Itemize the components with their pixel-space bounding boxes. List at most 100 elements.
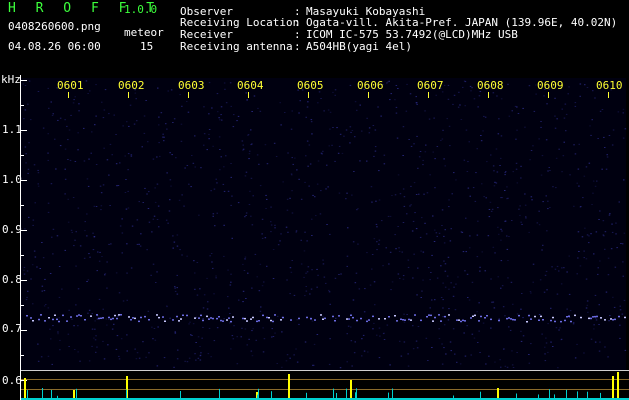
- noise-speck: [518, 208, 520, 210]
- echo-speck: [444, 315, 446, 318]
- meteor-bar: [288, 374, 290, 399]
- noise-speck: [227, 190, 230, 192]
- noise-speck: [59, 349, 61, 351]
- noise-speck: [93, 205, 96, 207]
- noise-speck: [498, 118, 500, 120]
- noise-speck: [554, 127, 557, 129]
- noise-speck: [500, 366, 502, 368]
- noise-speck: [183, 205, 185, 207]
- noise-speck: [346, 192, 348, 194]
- noise-speck: [515, 162, 518, 164]
- noise-speck: [413, 253, 415, 255]
- noise-speck: [257, 107, 259, 109]
- noise-speck: [389, 251, 392, 253]
- noise-speck: [262, 327, 264, 329]
- noise-speck: [613, 306, 616, 308]
- echo-speck: [186, 314, 188, 317]
- noise-speck: [587, 311, 589, 313]
- noise-speck: [569, 174, 571, 176]
- noise-speck: [442, 282, 444, 284]
- baseline-spike: [271, 391, 272, 398]
- noise-speck: [451, 193, 453, 195]
- noise-speck: [300, 198, 303, 200]
- noise-speck: [127, 169, 129, 171]
- noise-speck: [452, 103, 454, 105]
- noise-speck: [554, 115, 556, 117]
- noise-speck: [309, 163, 312, 165]
- noise-speck: [245, 298, 247, 299]
- noise-speck: [33, 250, 36, 252]
- noise-speck: [436, 235, 438, 237]
- echo-speck: [216, 317, 218, 320]
- noise-speck: [243, 270, 246, 271]
- minute-label: 0604: [237, 79, 264, 92]
- noise-speck: [319, 213, 322, 215]
- noise-speck: [118, 355, 120, 357]
- noise-speck: [599, 260, 601, 262]
- echo-speck: [462, 319, 464, 322]
- noise-speck: [188, 183, 190, 185]
- noise-speck: [74, 161, 77, 162]
- noise-speck: [379, 335, 381, 337]
- noise-speck: [311, 269, 313, 271]
- noise-speck: [32, 303, 34, 305]
- echo-speck: [448, 314, 450, 316]
- noise-speck: [210, 190, 212, 192]
- echo-speck: [596, 315, 598, 318]
- noise-speck: [126, 334, 128, 336]
- noise-speck: [530, 292, 532, 294]
- noise-speck: [39, 268, 41, 269]
- noise-speck: [408, 139, 410, 140]
- noise-speck: [261, 285, 264, 287]
- noise-speck: [71, 318, 73, 320]
- noise-speck: [422, 159, 424, 161]
- noise-speck: [86, 213, 88, 215]
- noise-speck: [448, 125, 451, 127]
- noise-speck: [272, 278, 275, 279]
- noise-speck: [504, 315, 506, 317]
- echo-speck: [588, 317, 590, 320]
- noise-speck: [158, 124, 160, 126]
- noise-speck: [353, 171, 355, 172]
- noise-speck: [317, 274, 319, 276]
- noise-speck: [546, 103, 548, 105]
- echo-speck: [266, 316, 268, 319]
- noise-speck: [506, 198, 508, 200]
- noise-speck: [290, 271, 293, 273]
- noise-speck: [522, 317, 524, 319]
- noise-speck: [272, 336, 275, 337]
- noise-speck: [47, 159, 49, 161]
- noise-speck: [589, 125, 591, 127]
- noise-speck: [108, 174, 110, 176]
- noise-speck: [139, 245, 142, 247]
- noise-speck: [86, 235, 88, 237]
- noise-speck: [538, 314, 541, 315]
- noise-speck: [529, 291, 532, 292]
- noise-speck: [94, 124, 96, 126]
- noise-speck: [37, 343, 39, 345]
- noise-speck: [444, 263, 447, 265]
- echo-speck: [306, 316, 308, 319]
- noise-speck: [363, 311, 366, 313]
- noise-speck: [519, 214, 521, 216]
- noise-speck: [67, 159, 69, 160]
- noise-speck: [279, 102, 281, 104]
- baseline-spike: [258, 388, 259, 398]
- noise-speck: [397, 273, 400, 275]
- noise-speck: [252, 195, 254, 197]
- noise-speck: [88, 253, 90, 255]
- noise-speck: [500, 157, 502, 159]
- noise-speck: [504, 365, 507, 367]
- noise-speck: [397, 174, 400, 176]
- noise-speck: [545, 337, 547, 339]
- noise-speck: [25, 299, 28, 301]
- noise-speck: [467, 187, 470, 189]
- noise-speck: [206, 277, 208, 279]
- noise-speck: [549, 207, 551, 208]
- noise-speck: [597, 273, 599, 275]
- noise-speck: [372, 125, 375, 126]
- noise-speck: [103, 109, 106, 111]
- noise-speck: [108, 318, 110, 320]
- noise-speck: [564, 103, 567, 105]
- noise-speck: [275, 156, 278, 157]
